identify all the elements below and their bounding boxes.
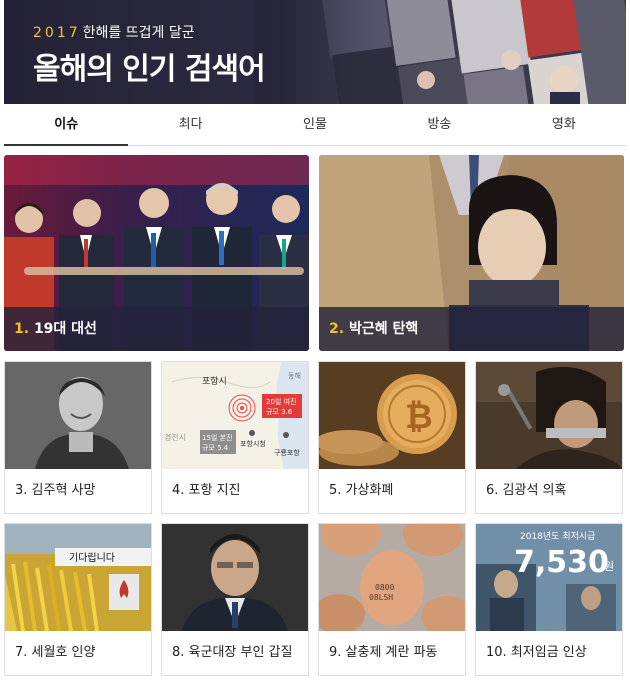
keyword-label: 3. 김주혁 사망 bbox=[15, 483, 96, 498]
tab-broadcast[interactable]: 방송 bbox=[377, 104, 501, 145]
keyword-label: 9. 살충제 계란 파동 bbox=[329, 645, 438, 660]
featured-caption: 2. 박근혜 탄핵 bbox=[319, 307, 624, 351]
port-label: 구룡포항 bbox=[274, 448, 300, 457]
tab-issue[interactable]: 이슈 bbox=[4, 104, 129, 146]
minimum-wage-photo: 2018년도 최저시급 7,530 원 bbox=[476, 524, 622, 631]
keyword-label: 6. 김광석 의혹 bbox=[486, 483, 567, 498]
keyword-label: 5. 가상화폐 bbox=[329, 483, 394, 498]
page-title: 올해의 인기 검색어 bbox=[33, 52, 266, 87]
category-tabs: 이슈 최다 인물 방송 영화 bbox=[4, 104, 626, 146]
keyword-card[interactable]: ₿ 5. 가상화폐 bbox=[318, 361, 466, 514]
svg-text:₿: ₿ bbox=[405, 397, 433, 437]
keyword-card[interactable]: 기다립니다 7. 세월호 인양 bbox=[4, 523, 152, 676]
sewol-ribbons-photo: 기다립니다 bbox=[5, 524, 151, 631]
wage-unit: 원 bbox=[604, 560, 614, 573]
mainshock-magnitude: 규모 5.4 bbox=[202, 444, 229, 452]
keyword-label: 7. 세월호 인양 bbox=[15, 645, 96, 660]
featured-caption: 1. 19대 대선 bbox=[4, 307, 309, 351]
wage-amount: 7,530 bbox=[514, 545, 609, 580]
earthquake-map: 포항시 동해 경천시 20일 여진 규모 3.6 15일 본진 규모 5.4 포… bbox=[162, 362, 308, 469]
city-hall-label: 포항시청 bbox=[240, 439, 266, 448]
tab-people[interactable]: 인물 bbox=[253, 104, 377, 145]
map-east-sea-label: 동해 bbox=[288, 371, 301, 380]
keyword-card[interactable]: 3. 김주혁 사망 bbox=[4, 361, 152, 514]
featured-card-impeachment[interactable]: 2. 박근혜 탄핵 bbox=[319, 155, 624, 351]
bitcoin-coin-photo: ₿ bbox=[319, 362, 465, 469]
sewol-banner-text: 기다립니다 bbox=[69, 551, 115, 564]
map-city-label: 포항시 bbox=[202, 376, 227, 387]
mainshock-label: 15일 본진 bbox=[202, 433, 232, 442]
svg-text:08LSH: 08LSH bbox=[369, 593, 393, 602]
aftershock-magnitude: 규모 3.6 bbox=[266, 408, 293, 416]
tab-movie[interactable]: 영화 bbox=[502, 104, 626, 145]
keyword-label: 4. 포항 지진 bbox=[172, 483, 241, 498]
tab-most[interactable]: 최다 bbox=[128, 104, 252, 145]
wage-caption: 2018년도 최저시급 bbox=[520, 531, 595, 542]
keyword-card[interactable]: 2018년도 최저시급 7,530 원 10. 최저임금 인상 bbox=[475, 523, 623, 676]
svg-text:0800: 0800 bbox=[375, 583, 394, 592]
map-west-label: 경천시 bbox=[164, 432, 186, 442]
banner-subtitle: 2017 한해를 뜨겁게 달군 bbox=[33, 25, 195, 41]
actor-portrait-photo bbox=[5, 362, 151, 469]
army-general-photo bbox=[162, 524, 308, 631]
singer-harmonica-photo bbox=[476, 362, 622, 469]
keyword-label: 10. 최저임금 인상 bbox=[486, 645, 587, 660]
keyword-card[interactable]: 0800 08LSH 9. 살충제 계란 파동 bbox=[318, 523, 466, 676]
keyword-card[interactable]: 포항시 동해 경천시 20일 여진 규모 3.6 15일 본진 규모 5.4 포… bbox=[161, 361, 309, 514]
featured-card-election[interactable]: 1. 19대 대선 bbox=[4, 155, 309, 351]
egg-carton-photo: 0800 08LSH bbox=[319, 524, 465, 631]
keyword-card[interactable]: 6. 김광석 의혹 bbox=[475, 361, 623, 514]
keyword-card[interactable]: 8. 육군대장 부인 갑질 bbox=[161, 523, 309, 676]
header-banner: 2017 한해를 뜨겁게 달군 올해의 인기 검색어 bbox=[4, 0, 626, 104]
keyword-label: 8. 육군대장 부인 갑질 bbox=[172, 645, 293, 660]
aftershock-label: 20일 여진 bbox=[266, 397, 296, 406]
